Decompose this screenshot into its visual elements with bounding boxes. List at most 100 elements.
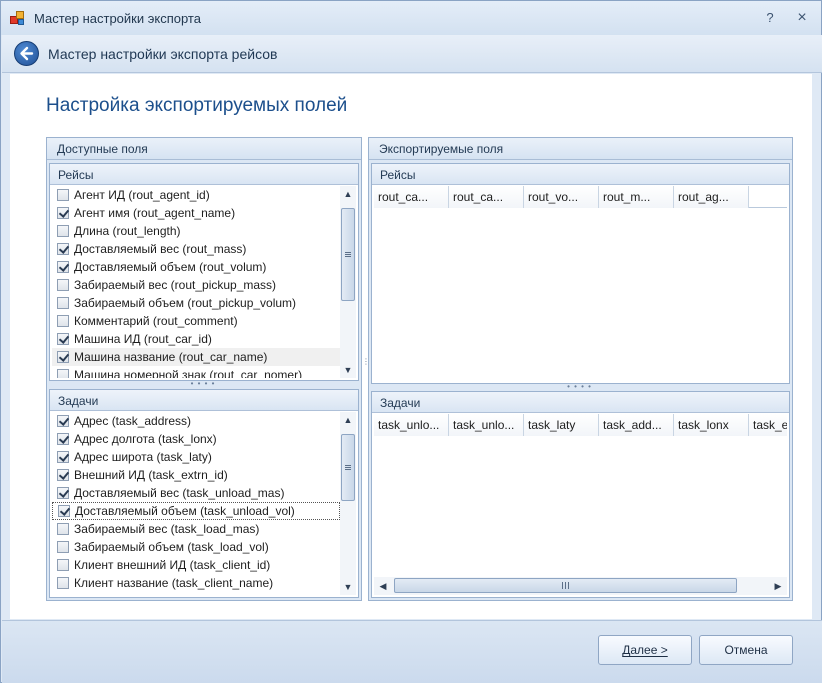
scroll-down-icon[interactable]: ▼: [340, 362, 356, 378]
title-bar[interactable]: Мастер настройки экспорта ? ×: [1, 1, 821, 35]
list-item[interactable]: Клиент внешний ИД (task_client_id): [52, 556, 340, 574]
scroll-left-icon[interactable]: ◀: [374, 577, 392, 595]
exported-fields-group: Экспортируемые поля Рейсы rout_ca... rout…: [368, 137, 793, 601]
next-button[interactable]: Далее >: [598, 635, 692, 665]
exported-trips-panel: Рейсы rout_ca... rout_ca... rout_vo... rout…: [371, 163, 790, 384]
checkbox[interactable]: [57, 279, 69, 291]
list-item[interactable]: Забираемый вес (rout_pickup_mass): [52, 276, 340, 294]
list-item[interactable]: Забираемый вес (task_load_mas): [52, 520, 340, 538]
list-item[interactable]: Доставляемый объем (rout_volum): [52, 258, 340, 276]
available-tasks-header: Задачи: [50, 390, 358, 411]
wizard-header-title: Мастер настройки экспорта рейсов: [48, 46, 278, 62]
list-item[interactable]: Машина ИД (rout_car_id): [52, 330, 340, 348]
checkbox[interactable]: [57, 189, 69, 201]
column-header[interactable]: task_add...: [599, 414, 674, 436]
close-button[interactable]: ×: [793, 9, 811, 27]
app-logo-icon: [10, 10, 26, 26]
column-header[interactable]: task_unlo...: [374, 414, 449, 436]
exported-trips-grid: rout_ca... rout_ca... rout_vo... rout_m... r…: [374, 186, 787, 381]
list-item[interactable]: Машина номерной знак (rout_car_nomer): [52, 366, 340, 378]
list-item[interactable]: Машина название (rout_car_name): [52, 348, 340, 366]
back-arrow-icon: [20, 46, 34, 61]
checkbox[interactable]: [57, 451, 69, 463]
list-item[interactable]: Доставляемый вес (rout_mass): [52, 240, 340, 258]
checkbox[interactable]: [57, 351, 69, 363]
checkbox[interactable]: [57, 559, 69, 571]
scroll-up-icon[interactable]: ▲: [340, 412, 356, 428]
scroll-down-icon[interactable]: ▼: [340, 579, 356, 595]
scroll-right-icon[interactable]: ▶: [769, 577, 787, 595]
scroll-thumb[interactable]: [394, 578, 737, 593]
column-header[interactable]: rout_vo...: [524, 186, 599, 208]
scroll-up-icon[interactable]: ▲: [340, 186, 356, 202]
column-header[interactable]: task_laty: [524, 414, 599, 436]
next-button-label: Далее >: [622, 643, 668, 657]
list-item-label: Агент имя (rout_agent_name): [74, 206, 236, 220]
list-item-label: Внешний ИД (task_extrn_id): [74, 468, 228, 482]
list-item[interactable]: Агент ИД (rout_agent_id): [52, 186, 340, 204]
list-item-label: Клиент название (task_client_name): [74, 576, 274, 590]
available-tasks-scrollbar[interactable]: ▲ ▼: [340, 412, 356, 595]
list-item[interactable]: Агент имя (rout_agent_name): [52, 204, 340, 222]
list-item[interactable]: Доставляемый объем (task_unload_vol): [52, 502, 340, 520]
checkbox[interactable]: [57, 369, 69, 378]
checkbox[interactable]: [57, 207, 69, 219]
available-trips-header: Рейсы: [50, 164, 358, 185]
list-item[interactable]: Забираемый объем (rout_pickup_volum): [52, 294, 340, 312]
list-item[interactable]: Комментарий (rout_comment): [52, 312, 340, 330]
checkbox[interactable]: [57, 541, 69, 553]
list-item-label: Забираемый вес (task_load_mas): [74, 522, 260, 536]
available-trips-scrollbar[interactable]: ▲ ▼: [340, 186, 356, 378]
list-item-label: Машина название (rout_car_name): [74, 350, 268, 364]
list-item[interactable]: Забираемый объем (task_load_vol): [52, 538, 340, 556]
checkbox[interactable]: [57, 315, 69, 327]
checkbox[interactable]: [57, 261, 69, 273]
column-header[interactable]: task_unlo...: [449, 414, 524, 436]
exported-tasks-hscrollbar[interactable]: ◀ ▶: [374, 577, 787, 595]
column-header[interactable]: rout_ag...: [674, 186, 749, 208]
cancel-button[interactable]: Отмена: [699, 635, 793, 665]
available-trips-list: Агент ИД (rout_agent_id) Агент имя (rout_…: [52, 186, 340, 378]
exported-tasks-grid: task_unlo... task_unlo... task_laty task_ad…: [374, 414, 787, 575]
list-item[interactable]: Адрес долгота (task_lonx): [52, 430, 340, 448]
list-item[interactable]: Длина (rout_length): [52, 222, 340, 240]
column-header[interactable]: rout_ca...: [374, 186, 449, 208]
checkbox[interactable]: [57, 577, 69, 589]
available-fields-header: Доступные поля: [47, 138, 361, 160]
checkbox[interactable]: [57, 469, 69, 481]
list-item-label: Адрес (task_address): [74, 414, 192, 428]
list-item-label: Клиент внешний ИД (task_client_id): [74, 558, 271, 572]
list-item[interactable]: Внешний ИД (task_extrn_id): [52, 466, 340, 484]
available-splitter[interactable]: • • • •: [47, 380, 359, 388]
checkbox[interactable]: [57, 243, 69, 255]
list-item-label: Машина номерной знак (rout_car_nomer): [74, 368, 303, 378]
checkbox[interactable]: [57, 225, 69, 237]
page-title: Настройка экспортируемых полей: [46, 95, 348, 116]
exported-tasks-panel: Задачи task_unlo... task_unlo... task_laty…: [371, 391, 790, 598]
list-item[interactable]: Доставляемый вес (task_unload_mas): [52, 484, 340, 502]
checkbox[interactable]: [57, 523, 69, 535]
list-item-label: Адрес широта (task_laty): [74, 450, 212, 464]
exported-trips-columns: rout_ca... rout_ca... rout_vo... rout_m... r…: [374, 186, 787, 208]
column-header[interactable]: rout_m...: [599, 186, 674, 208]
available-tasks-list: Адрес (task_address) Адрес долгота (task_…: [52, 412, 340, 595]
checkbox[interactable]: [57, 333, 69, 345]
checkbox[interactable]: [57, 415, 69, 427]
scroll-thumb[interactable]: [341, 208, 355, 301]
list-item[interactable]: Клиент название (task_client_name): [52, 574, 340, 592]
checkbox[interactable]: [57, 297, 69, 309]
list-item-label: Машина ИД (rout_car_id): [74, 332, 212, 346]
back-button[interactable]: [14, 41, 39, 66]
column-header[interactable]: task_lonx: [674, 414, 749, 436]
exported-tasks-columns: task_unlo... task_unlo... task_laty task_ad…: [374, 414, 787, 436]
available-tasks-panel: Задачи Адрес (task_address) Адрес долгота…: [49, 389, 359, 598]
list-item[interactable]: Адрес (task_address): [52, 412, 340, 430]
scroll-thumb[interactable]: [341, 434, 355, 501]
help-button[interactable]: ?: [761, 9, 779, 27]
checkbox[interactable]: [58, 505, 70, 517]
checkbox[interactable]: [57, 433, 69, 445]
list-item[interactable]: Адрес широта (task_laty): [52, 448, 340, 466]
column-header[interactable]: task_e: [749, 414, 787, 436]
column-header[interactable]: rout_ca...: [449, 186, 524, 208]
checkbox[interactable]: [57, 487, 69, 499]
